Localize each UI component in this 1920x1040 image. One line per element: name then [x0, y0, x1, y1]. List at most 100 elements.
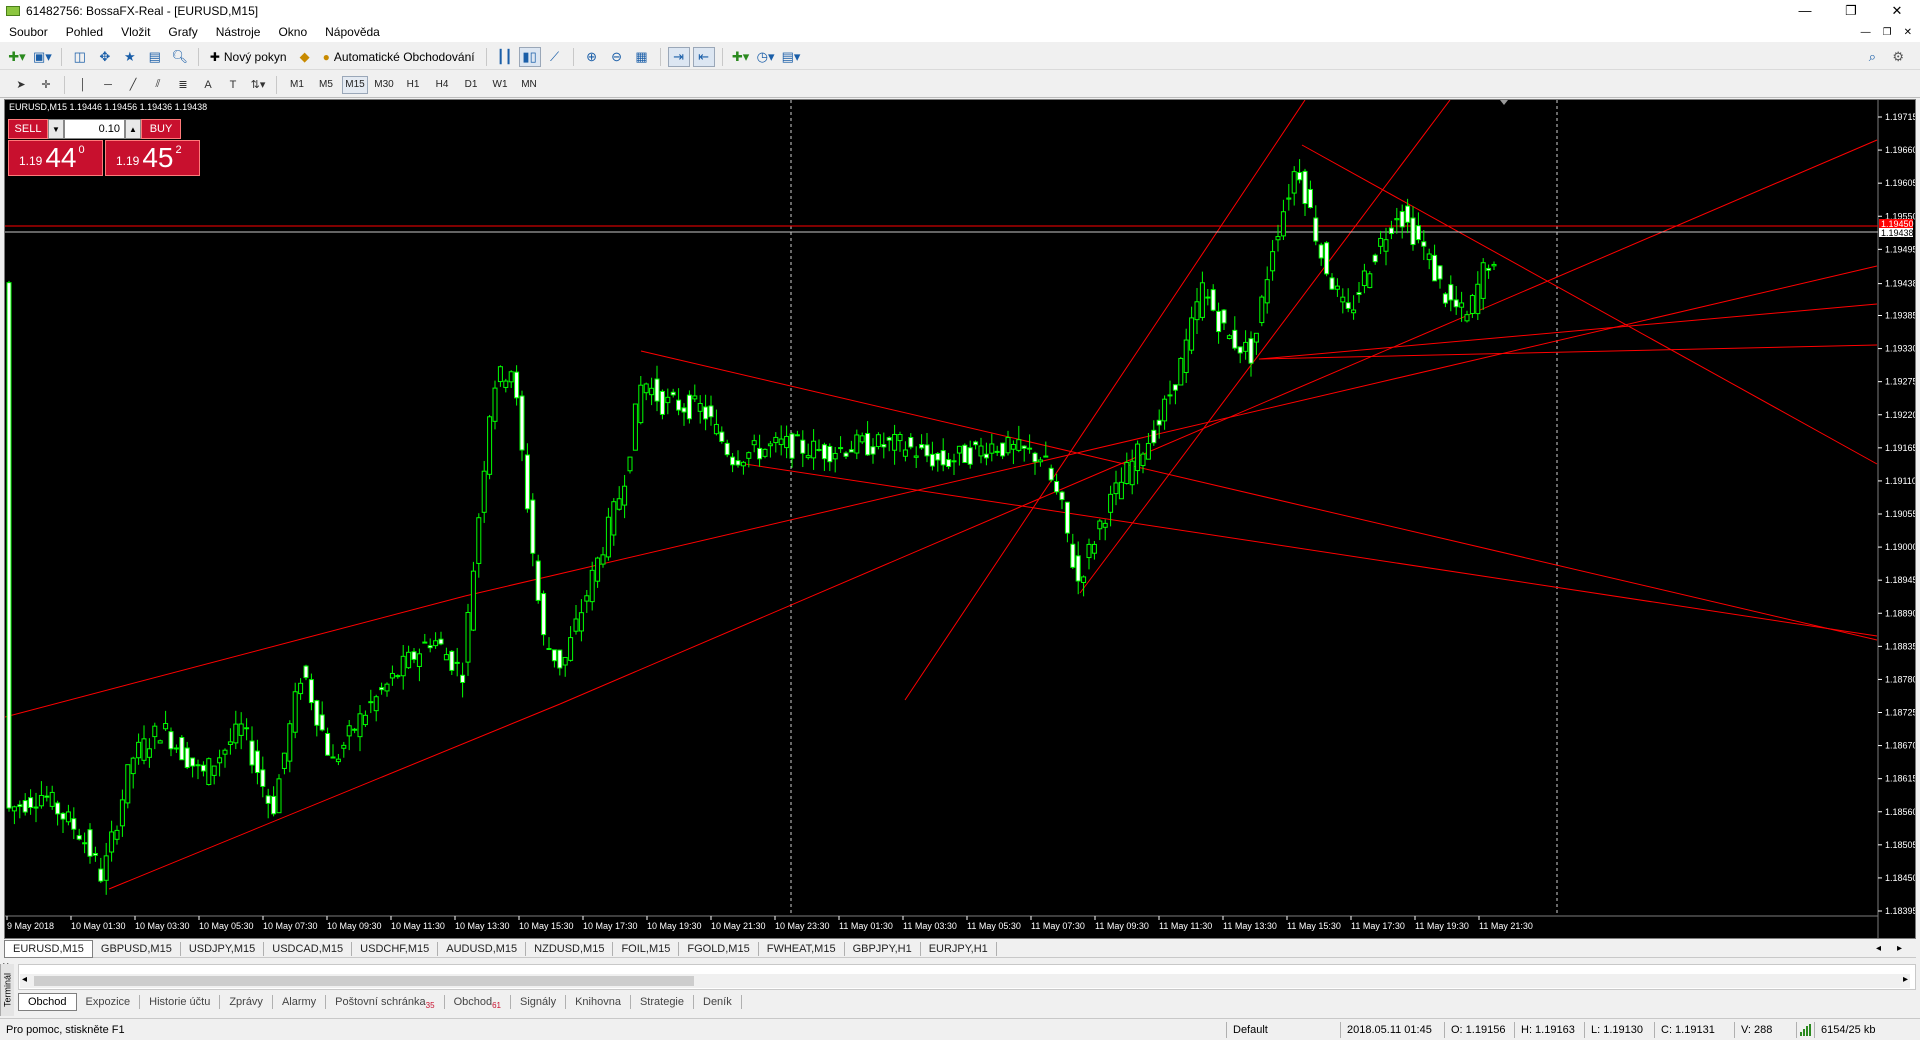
tab-scroll-right-icon[interactable]: ▸ — [1897, 943, 1902, 954]
timeframe-m5[interactable]: M5 — [313, 76, 339, 94]
sell-price[interactable]: 1.19 44 0 — [8, 140, 103, 176]
vertical-line-icon[interactable]: │ — [72, 75, 94, 95]
lot-size-input[interactable]: 0.10 — [64, 119, 125, 139]
tab-signals[interactable]: Signály — [511, 995, 567, 1009]
restore-button[interactable]: ❐ — [1828, 0, 1874, 22]
menu-view[interactable]: Pohled — [57, 25, 112, 39]
buy-price-fraction: 2 — [175, 144, 182, 156]
mdi-minimize-button[interactable]: — — [1861, 27, 1871, 38]
chart-tab[interactable]: FGOLD,M15 — [679, 941, 759, 956]
buy-button[interactable]: BUY — [141, 119, 181, 139]
timeframe-h1[interactable]: H1 — [400, 76, 426, 94]
data-window-icon[interactable]: ✥ — [94, 47, 116, 67]
close-button[interactable]: ✕ — [1874, 0, 1920, 22]
tab-strategy[interactable]: Strategie — [631, 995, 694, 1009]
chart-tab[interactable]: USDJPY,M15 — [181, 941, 265, 956]
search-icon[interactable]: ⌕ — [1869, 49, 1876, 65]
menu-help[interactable]: Nápověda — [316, 25, 389, 39]
line-chart-icon[interactable]: ⟋ — [544, 47, 566, 67]
new-order-button[interactable]: ✚ Nový pokyn — [206, 47, 291, 67]
settings-icon[interactable]: ⚙ — [1892, 49, 1904, 65]
candle-body — [92, 852, 98, 856]
timeframe-w1[interactable]: W1 — [487, 76, 513, 94]
channel-icon[interactable]: ⫽ — [147, 75, 169, 95]
timeframe-d1[interactable]: D1 — [458, 76, 484, 94]
timeframe-mn[interactable]: MN — [516, 76, 542, 94]
fibonacci-icon[interactable]: ≣ — [172, 75, 194, 95]
menu-window[interactable]: Okno — [269, 25, 316, 39]
scroll-left-icon[interactable]: ◂ — [22, 974, 27, 985]
text-icon[interactable]: A — [197, 75, 219, 95]
tab-scroll-left-icon[interactable]: ◂ — [1876, 943, 1881, 954]
tab-trade[interactable]: Obchod — [18, 993, 77, 1011]
candle-body — [1199, 282, 1205, 318]
new-chart-icon[interactable]: ✚▾ — [6, 47, 28, 67]
zoom-out-icon[interactable]: ⊖ — [606, 47, 628, 67]
tab-journal[interactable]: Deník — [694, 995, 742, 1009]
templates-icon[interactable]: ▤▾ — [780, 47, 803, 67]
chart-tab[interactable]: FOIL,M15 — [613, 941, 680, 956]
timeframe-m1[interactable]: M1 — [284, 76, 310, 94]
zoom-in-icon[interactable]: ⊕ — [581, 47, 603, 67]
market-watch-icon[interactable]: ◫ — [69, 47, 91, 67]
tab-mailbox[interactable]: Poštovní schránka35 — [326, 995, 445, 1010]
autoscroll-icon[interactable]: ⇥ — [667, 46, 690, 67]
profiles-icon[interactable]: ▣▾ — [31, 47, 54, 67]
time-tick-label: 10 May 13:30 — [455, 921, 510, 931]
crosshair-icon[interactable]: ✛ — [35, 75, 57, 95]
periods-icon[interactable]: ◷▾ — [755, 47, 777, 67]
tab-alerts[interactable]: Alarmy — [273, 995, 327, 1009]
chart-tab[interactable]: AUDUSD,M15 — [438, 941, 527, 956]
bar-chart-icon[interactable]: ┃┃ — [494, 47, 516, 67]
metaeditor-icon[interactable]: ◆ — [294, 47, 316, 67]
terminal-icon[interactable]: ▤ — [144, 47, 166, 67]
timeframe-h4[interactable]: H4 — [429, 76, 455, 94]
scroll-right-icon[interactable]: ▸ — [1903, 974, 1908, 985]
tile-windows-icon[interactable]: ▦ — [631, 47, 653, 67]
minimize-button[interactable]: — — [1782, 0, 1828, 22]
horizontal-line-icon[interactable]: ─ — [97, 75, 119, 95]
trendline-icon[interactable]: ╱ — [122, 75, 144, 95]
tab-account-history[interactable]: Historie účtu — [140, 995, 221, 1009]
tab-library[interactable]: Knihovna — [566, 995, 631, 1009]
chart-tab[interactable]: EURJPY,H1 — [921, 941, 997, 956]
menu-tools[interactable]: Nástroje — [207, 25, 270, 39]
mdi-close-button[interactable]: ✕ — [1904, 27, 1912, 38]
menu-charts[interactable]: Grafy — [159, 25, 206, 39]
sell-button[interactable]: SELL — [8, 119, 48, 139]
candle-body — [1480, 262, 1486, 299]
tab-market[interactable]: Obchod61 — [445, 995, 512, 1010]
strategy-tester-icon[interactable]: 🔍︎ — [169, 47, 191, 67]
chart-tab[interactable]: USDCAD,M15 — [264, 941, 353, 956]
chart-tab[interactable]: FWHEAT,M15 — [759, 941, 845, 956]
navigator-icon[interactable]: ★ — [119, 47, 141, 67]
text-label-icon[interactable]: T — [222, 75, 244, 95]
status-profile[interactable]: Default — [1226, 1021, 1340, 1038]
menu-insert[interactable]: Vložit — [112, 25, 159, 39]
tab-exposure[interactable]: Expozice — [77, 995, 141, 1009]
scrollbar-thumb[interactable] — [34, 976, 694, 986]
chart-shift-icon[interactable]: ⇤ — [692, 46, 715, 67]
lot-increase-button[interactable]: ▲ — [125, 119, 141, 139]
terminal-scrollbar[interactable]: ◂ ▸ — [20, 974, 1910, 988]
cursor-icon[interactable]: ➤ — [10, 75, 32, 95]
timeframe-m30[interactable]: M30 — [371, 76, 397, 94]
buy-price[interactable]: 1.19 45 2 — [105, 140, 200, 176]
timeframe-m15[interactable]: M15 — [342, 75, 368, 94]
candlestick-icon[interactable]: ▮▯ — [518, 46, 541, 67]
chart-tab[interactable]: GBPUSD,M15 — [93, 941, 181, 956]
chart-tab[interactable]: GBPJPY,H1 — [845, 941, 921, 956]
tab-news[interactable]: Zprávy — [220, 995, 273, 1009]
chart-window[interactable]: 1.19715 1.19660 1.19605 1.19550 1.19495 1.194… — [4, 99, 1916, 939]
chart-tab[interactable]: EURUSD,M15 — [4, 939, 93, 958]
indicators-icon[interactable]: ✚▾ — [730, 47, 752, 67]
chart-tab[interactable]: NZDUSD,M15 — [526, 941, 614, 956]
candle-body — [789, 433, 795, 459]
lot-decrease-button[interactable]: ▼ — [48, 119, 64, 139]
autotrading-button[interactable]: ● Automatické Obchodování — [319, 47, 479, 67]
chart-tab[interactable]: USDCHF,M15 — [352, 941, 439, 956]
price-chart[interactable]: 1.197151.196601.196051.195501.194951.194… — [5, 100, 1915, 938]
arrows-icon[interactable]: ⇅▾ — [247, 75, 269, 95]
mdi-restore-button[interactable]: ❐ — [1883, 27, 1892, 38]
menu-file[interactable]: Soubor — [0, 25, 57, 39]
